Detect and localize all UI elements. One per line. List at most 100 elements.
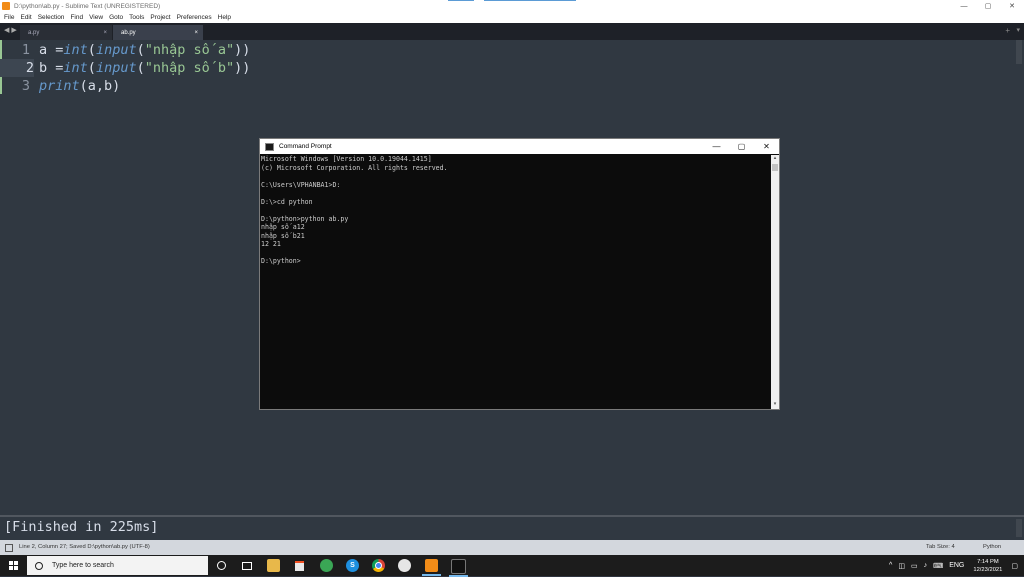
console-line: D:\python>: [261, 257, 301, 265]
sublime-text-taskbar-icon[interactable]: [422, 559, 441, 576]
cmd-title-bar[interactable]: Command Prompt — ▢ ✕: [260, 139, 779, 154]
tab-ab-py[interactable]: ab.py ×: [113, 25, 203, 40]
volume-icon[interactable]: ♪: [924, 562, 928, 569]
code-token: int: [63, 60, 88, 76]
code-token: input: [95, 60, 137, 76]
code-token: (: [87, 42, 96, 58]
tab-list-dropdown-icon[interactable]: ▾: [1016, 26, 1020, 34]
cortana-icon[interactable]: [215, 559, 228, 572]
menu-goto[interactable]: Goto: [109, 14, 123, 21]
app-green-icon[interactable]: [320, 559, 333, 572]
tab-label: ab.py: [121, 29, 136, 36]
console-line: D:\python>python ab.py: [261, 214, 349, 223]
notifications-icon[interactable]: ▢: [1011, 562, 1018, 570]
maximize-button[interactable]: ▢: [976, 0, 1000, 12]
skype-icon[interactable]: S: [346, 559, 359, 572]
tab-close-icon[interactable]: ×: [103, 30, 107, 36]
scroll-down-icon[interactable]: ▾: [771, 401, 779, 409]
battery-icon[interactable]: ▭: [911, 562, 918, 570]
scroll-thumb[interactable]: [772, 164, 778, 171]
menu-project[interactable]: Project: [150, 14, 170, 21]
cmd-console-output[interactable]: Microsoft Windows [Version 10.0.19044.14…: [260, 155, 772, 409]
code-token: )): [234, 42, 251, 58]
cmd-maximize-button[interactable]: ▢: [729, 139, 754, 154]
line-number-gutter: 1 2 3: [0, 40, 34, 100]
console-line: D:\>cd python: [261, 197, 313, 206]
code-token: )): [234, 60, 251, 76]
chrome-icon[interactable]: [372, 559, 385, 572]
menu-preferences[interactable]: Preferences: [177, 14, 212, 21]
language-indicator[interactable]: ENG: [949, 562, 964, 569]
menu-view[interactable]: View: [89, 14, 103, 21]
cmd-minimize-button[interactable]: —: [704, 139, 729, 154]
window-title-bar: D:\python\ab.py - Sublime Text (UNREGIST…: [0, 0, 1024, 12]
minimize-button[interactable]: —: [952, 0, 976, 12]
syntax-selector[interactable]: Python: [983, 544, 1001, 550]
panel-toggle-icon[interactable]: [5, 544, 13, 552]
keyboard-icon[interactable]: ⌨: [933, 562, 943, 570]
chevron-up-icon[interactable]: ^: [889, 562, 892, 569]
code-lines[interactable]: a =int(input("nhập số a")) b =int(input("…: [39, 41, 250, 95]
code-token: int: [63, 42, 88, 58]
code-line[interactable]: b =int(input("nhập số b")): [39, 59, 250, 77]
tab-close-icon[interactable]: ×: [194, 30, 198, 36]
cmd-scrollbar[interactable]: ▴ ▾: [771, 155, 779, 409]
tab-nav-arrows-icon[interactable]: ◀ ▶: [4, 26, 17, 34]
close-button[interactable]: ✕: [1000, 0, 1024, 12]
line-number: 3: [21, 78, 30, 94]
title-accent: [484, 0, 576, 1]
system-tray: ^ ◫ ▭ ♪ ⌨ ENG 7:14 PM 12/23/2021 ▢: [886, 555, 1024, 576]
console-line: nhập số b21: [261, 231, 305, 240]
code-line[interactable]: print(a,b): [39, 77, 250, 95]
code-token: "nhập số b": [144, 60, 235, 76]
new-tab-icon[interactable]: +: [1005, 26, 1010, 35]
code-token: (a,b): [79, 78, 121, 94]
console-line: nhập số a12: [261, 223, 305, 231]
window-title: D:\python\ab.py - Sublime Text (UNREGIST…: [14, 2, 161, 10]
status-message: Line 2, Column 27; Saved D:\python\ab.py…: [19, 544, 150, 550]
cmd-close-button[interactable]: ✕: [754, 139, 779, 154]
search-icon: [35, 561, 43, 570]
menu-tools[interactable]: Tools: [129, 14, 144, 21]
task-view-icon[interactable]: [240, 559, 253, 572]
title-accent: [448, 0, 474, 1]
editor-scrollbar[interactable]: [1016, 40, 1022, 64]
command-prompt-taskbar-icon[interactable]: [449, 559, 468, 577]
build-output-text: [Finished in 225ms]: [4, 519, 159, 535]
code-token: "nhập số a": [144, 42, 235, 58]
clock-date: 12/23/2021: [973, 566, 1003, 573]
search-placeholder: Type here to search: [52, 562, 114, 569]
console-line: 12 21: [261, 240, 281, 248]
tab-label: a.py: [28, 29, 40, 36]
code-token: (: [136, 60, 145, 76]
tab-a-py[interactable]: a.py ×: [20, 25, 112, 40]
console-line: Microsoft Windows [Version 10.0.19044.14…: [261, 155, 432, 163]
start-button[interactable]: [0, 555, 27, 576]
line-number: 1: [21, 42, 30, 58]
clock[interactable]: 7:14 PM 12/23/2021: [973, 558, 1002, 574]
build-output-panel: [Finished in 225ms]: [0, 517, 1024, 540]
taskbar-search-box[interactable]: Type here to search: [27, 556, 208, 575]
code-line[interactable]: a =int(input("nhập số a")): [39, 41, 250, 59]
code-token: (: [87, 60, 96, 76]
code-token: (: [136, 42, 145, 58]
menu-file[interactable]: File: [4, 14, 14, 21]
photos-app-icon[interactable]: [398, 559, 411, 572]
menu-edit[interactable]: Edit: [20, 14, 31, 21]
scroll-up-icon[interactable]: ▴: [771, 155, 779, 163]
menu-help[interactable]: Help: [218, 14, 231, 21]
cmd-title: Command Prompt: [279, 143, 332, 150]
store-icon[interactable]: [293, 559, 306, 572]
network-icon[interactable]: ◫: [898, 562, 905, 570]
menu-find[interactable]: Find: [70, 14, 83, 21]
command-prompt-window[interactable]: Command Prompt — ▢ ✕ Microsoft Windows […: [259, 138, 780, 410]
menu-selection[interactable]: Selection: [38, 14, 65, 21]
clock-time: 7:14 PM: [977, 558, 999, 565]
tab-size-selector[interactable]: Tab Size: 4: [926, 544, 955, 550]
windows-logo-icon: [9, 561, 18, 570]
file-explorer-icon[interactable]: [267, 559, 280, 572]
panel-scrollbar[interactable]: [1016, 519, 1022, 537]
line-number-active: 2: [0, 59, 34, 77]
